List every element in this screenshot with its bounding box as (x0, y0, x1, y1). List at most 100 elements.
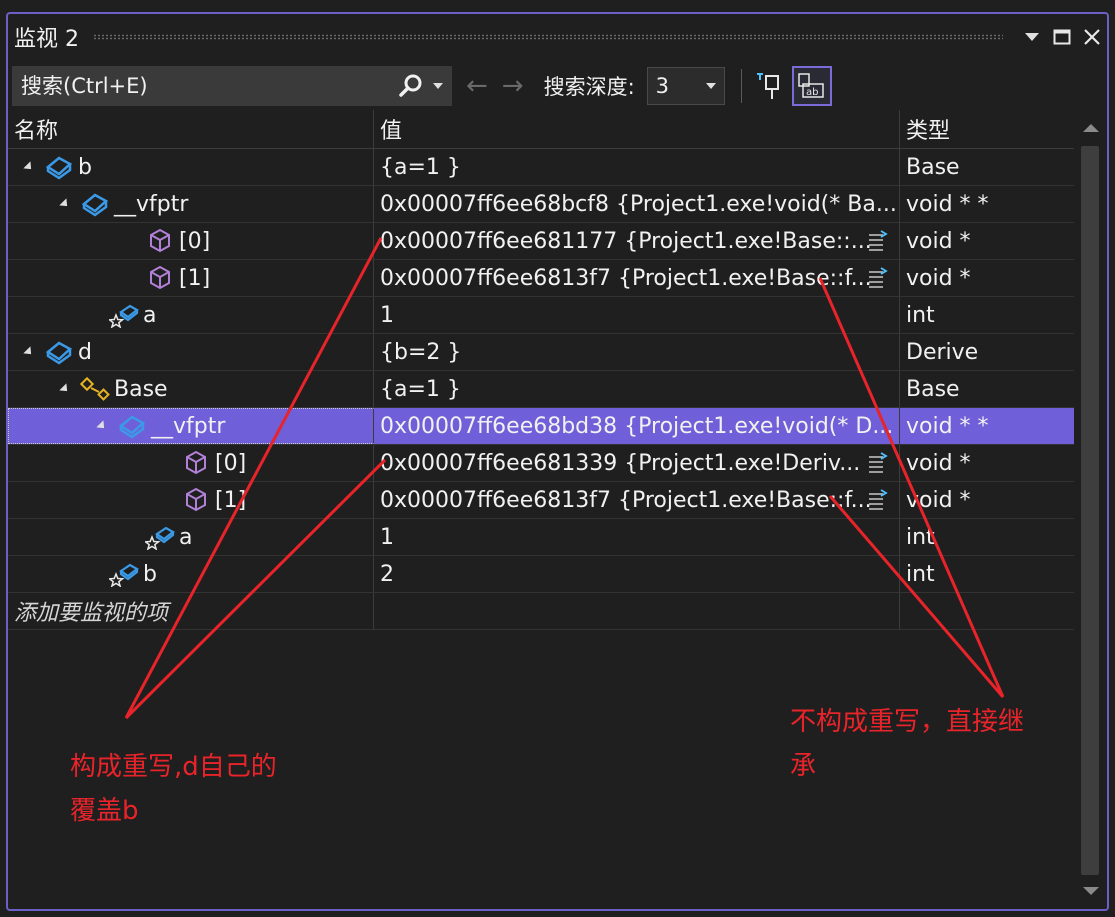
pointer-icon (145, 264, 175, 292)
search-input[interactable] (13, 73, 389, 99)
expand-toggle-icon[interactable] (23, 346, 35, 358)
object-icon (117, 412, 147, 440)
close-button[interactable] (1077, 22, 1107, 52)
variable-type: void * (906, 487, 971, 513)
variable-type: int (906, 302, 935, 328)
column-header-name[interactable]: 名称 (8, 110, 374, 148)
watch-row[interactable]: [0] 0x00007ff6ee681177 {Project1.exe!Base… (8, 223, 1076, 260)
object-icon (44, 153, 74, 181)
variable-name: b (78, 154, 92, 180)
search-depth-select[interactable]: 3 (646, 67, 725, 105)
name-cell: [0] (8, 223, 374, 259)
variable-name: b (143, 561, 157, 587)
variable-name: __vfptr (151, 413, 226, 439)
variable-value: 1 (380, 302, 394, 328)
annotation-text-left: 构成重写,d自己的 覆盖b (70, 745, 277, 833)
variable-value: 0x00007ff6ee681177 {Project1.exe!Base::.… (380, 228, 872, 254)
vertical-scrollbar[interactable] (1074, 110, 1107, 909)
variable-name: [0] (179, 228, 211, 254)
pin-icon (756, 73, 779, 99)
value-cell[interactable]: 0x00007ff6ee68bcf8 {Project1.exe!void(* … (374, 186, 900, 222)
type-cell: void * (900, 482, 1076, 518)
column-header-type[interactable]: 类型 (900, 110, 1076, 148)
object-icon (44, 338, 74, 366)
search-box (12, 66, 452, 106)
value-cell[interactable]: {a=1 } (374, 371, 900, 407)
visualizer-icon[interactable] (867, 488, 891, 512)
type-cell: void * (900, 223, 1076, 259)
hex-display-button[interactable]: ab (791, 66, 832, 106)
add-watch-item-input[interactable]: 添加要监视的项 (8, 593, 374, 629)
maximize-button[interactable] (1047, 22, 1077, 52)
value-cell[interactable]: {a=1 } (374, 149, 900, 185)
watch-row[interactable]: d {b=2 } Derive (8, 334, 1076, 371)
variable-name: a (143, 302, 157, 328)
visualizer-icon[interactable] (867, 451, 891, 475)
type-cell: Base (900, 371, 1076, 407)
variable-name: [0] (215, 450, 247, 476)
title-bar: 监视 2 (8, 14, 1107, 60)
search-backward-button[interactable]: ← (466, 71, 488, 101)
watch-row[interactable]: [1] 0x00007ff6ee6813f7 {Project1.exe!Base… (8, 482, 1076, 519)
search-options-chevron-icon[interactable] (433, 83, 443, 89)
variable-value: 0x00007ff6ee6813f7 {Project1.exe!Base::f… (380, 487, 872, 513)
add-watch-row[interactable]: 添加要监视的项 (8, 593, 1076, 630)
scroll-up-icon[interactable] (1083, 124, 1099, 132)
scroll-thumb[interactable] (1081, 146, 1099, 875)
variable-value: 2 (380, 561, 394, 587)
expand-toggle-icon[interactable] (96, 420, 108, 432)
value-cell[interactable]: {b=2 } (374, 334, 900, 370)
search-forward-button[interactable]: → (502, 71, 524, 101)
expand-toggle-icon[interactable] (59, 198, 71, 210)
value-cell[interactable]: 0x00007ff6ee681177 {Project1.exe!Base::.… (374, 223, 900, 259)
field-icon (109, 560, 139, 588)
watch-row[interactable]: b {a=1 } Base (8, 149, 1076, 186)
watch-row[interactable]: Base {a=1 } Base (8, 371, 1076, 408)
type-cell: void * (900, 260, 1076, 296)
search-icon[interactable] (389, 66, 433, 106)
watch-row[interactable]: __vfptr 0x00007ff6ee68bcf8 {Project1.exe!… (8, 186, 1076, 223)
watch-row[interactable]: a 1 int (8, 519, 1076, 556)
type-cell: Derive (900, 334, 1076, 370)
variable-type: Base (906, 154, 960, 180)
expand-toggle-icon[interactable] (23, 161, 35, 173)
value-cell[interactable]: 0x00007ff6ee681339 {Project1.exe!Deriv..… (374, 445, 900, 481)
value-cell[interactable]: 0x00007ff6ee6813f7 {Project1.exe!Base::f… (374, 260, 900, 296)
value-cell[interactable]: 1 (374, 297, 900, 333)
svg-text:ab: ab (806, 87, 818, 98)
window-menu-button[interactable] (1017, 22, 1047, 52)
field-icon (109, 301, 139, 329)
annotation-left-line1: 构成重写,d自己的 (70, 752, 277, 782)
name-cell: a (8, 519, 374, 555)
name-cell: __vfptr (8, 408, 374, 444)
annotation-left-line2: 覆盖b (70, 796, 139, 826)
type-cell: void * * (900, 186, 1076, 222)
value-cell[interactable]: 0x00007ff6ee68bd38 {Project1.exe!void(* … (374, 408, 900, 444)
expand-toggle-icon[interactable] (59, 383, 71, 395)
watch-row[interactable]: b 2 int (8, 556, 1076, 593)
variable-name: [1] (215, 487, 247, 513)
maximize-icon (1053, 29, 1071, 45)
toolbar-divider (740, 69, 742, 103)
value-cell[interactable]: 1 (374, 519, 900, 555)
window-title: 监视 2 (14, 27, 79, 52)
type-cell: void * (900, 445, 1076, 481)
watch-row[interactable]: a 1 int (8, 297, 1076, 334)
pointer-icon (181, 449, 211, 477)
pin-button[interactable] (754, 68, 784, 104)
variable-type: void * * (906, 191, 989, 217)
column-header-value[interactable]: 值 (374, 110, 900, 148)
base-class-icon (80, 375, 110, 403)
watch-row[interactable]: [1] 0x00007ff6ee6813f7 {Project1.exe!Base… (8, 260, 1076, 297)
watch-row[interactable]: __vfptr 0x00007ff6ee68bd38 {Project1.exe!… (8, 408, 1076, 445)
value-cell[interactable]: 2 (374, 556, 900, 592)
pointer-icon (145, 227, 175, 255)
scroll-down-icon[interactable] (1083, 887, 1099, 895)
variable-type: void * * (906, 413, 989, 439)
title-drag-area[interactable] (93, 34, 1003, 40)
watch-grid: 名称 值 类型 b {a=1 } Base __vfptr 0x00007ff6ee68… (8, 110, 1076, 630)
visualizer-icon[interactable] (867, 229, 891, 253)
watch-row[interactable]: [0] 0x00007ff6ee681339 {Project1.exe!Deri… (8, 445, 1076, 482)
value-cell[interactable]: 0x00007ff6ee6813f7 {Project1.exe!Base::f… (374, 482, 900, 518)
visualizer-icon[interactable] (867, 266, 891, 290)
